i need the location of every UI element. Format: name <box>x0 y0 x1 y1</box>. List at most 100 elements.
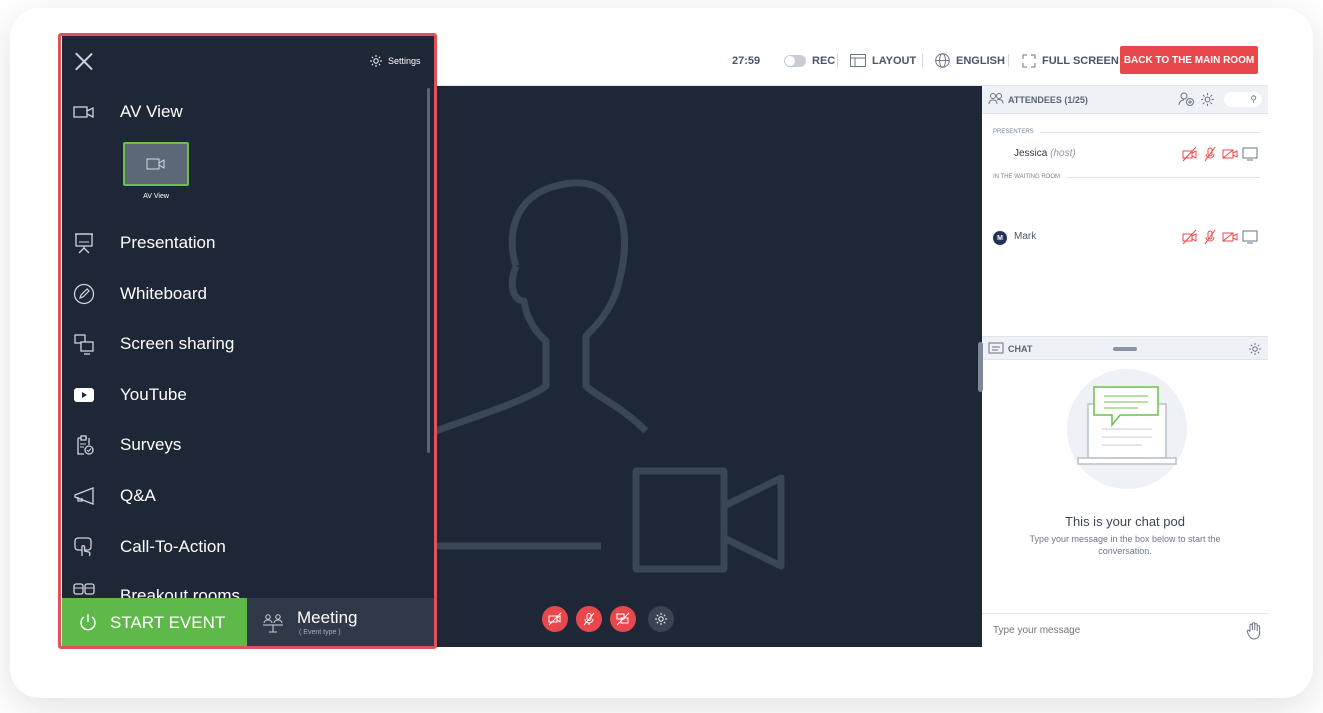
menu-item-whiteboard[interactable]: Whiteboard <box>62 274 422 314</box>
screen-share-off-icon <box>616 612 630 626</box>
divider <box>1040 132 1260 133</box>
panel-scrollbar[interactable] <box>427 88 430 453</box>
chat-input-bar <box>982 613 1268 647</box>
av-view-thumbnail[interactable] <box>123 142 189 186</box>
start-event-button[interactable]: START EVENT <box>62 598 247 647</box>
start-event-label: START EVENT <box>110 612 226 632</box>
panel-resize-handle[interactable] <box>978 342 983 392</box>
chat-resize-handle[interactable] <box>1113 347 1137 351</box>
media-settings-button[interactable] <box>648 606 674 632</box>
rec-toggle[interactable]: REC <box>784 35 835 86</box>
meeting-room-app: 27:59 REC LAYOUT ENGLISH FULL SCREEN BAC… <box>62 35 1268 647</box>
search-icon: ⚲ <box>1250 94 1257 104</box>
layout-icon <box>850 54 866 67</box>
menu-item-av-view[interactable]: AV View <box>62 92 422 132</box>
settings-button[interactable]: Settings <box>369 54 421 68</box>
megaphone-icon <box>72 484 96 508</box>
menu-item-label: Call-To-Action <box>120 537 226 556</box>
menu-item-breakout-rooms[interactable]: Breakout rooms <box>62 575 422 598</box>
breakout-rooms-icon <box>72 577 96 598</box>
chat-header: CHAT <box>982 336 1268 360</box>
add-attendee-icon[interactable] <box>1178 91 1196 107</box>
attendee-row-waiting[interactable]: M Mark <box>982 229 1268 247</box>
divider <box>1067 177 1260 178</box>
menu-item-label: Surveys <box>120 435 182 454</box>
waiting-section-label: IN THE WAITING ROOM <box>993 174 1060 180</box>
chat-title: CHAT <box>1008 344 1033 354</box>
chat-empty-illustration-icon <box>1067 369 1187 489</box>
menu-item-call-to-action[interactable]: Call-To-Action <box>62 527 422 567</box>
language-button[interactable]: ENGLISH <box>935 35 1005 86</box>
divider <box>922 54 923 67</box>
video-camera-icon <box>146 158 165 170</box>
menu-item-label: AV View <box>120 102 183 121</box>
event-type-subtitle: ( Event type ) <box>299 629 341 636</box>
pencil-circle-icon <box>72 282 96 306</box>
camera-off-icon[interactable] <box>1180 229 1200 245</box>
video-off-icon[interactable] <box>1220 146 1240 162</box>
gear-icon <box>655 613 667 625</box>
chat-empty-subtitle: Type your message in the box below to st… <box>1029 534 1221 556</box>
attendee-search-input[interactable]: ⚲ <box>1224 92 1262 107</box>
screen-icon[interactable] <box>1240 229 1260 245</box>
timer: 27:59 <box>732 54 761 67</box>
chat-message-input[interactable] <box>993 625 1213 636</box>
menu-item-label: Q&A <box>120 486 156 505</box>
av-stage <box>436 86 980 647</box>
fullscreen-button[interactable]: FULL SCREEN <box>1022 35 1119 86</box>
event-type-selector[interactable]: Meeting ( Event type ) <box>247 598 436 647</box>
chat-empty-title: This is your chat pod <box>1065 514 1185 529</box>
attendees-tools <box>1178 91 1215 107</box>
close-icon[interactable] <box>74 51 94 71</box>
screen-icon[interactable] <box>1240 146 1260 162</box>
layout-button[interactable]: LAYOUT <box>850 35 916 86</box>
no-video-placeholder-icon <box>436 179 785 573</box>
toggle-screen-share-button[interactable] <box>610 606 636 632</box>
chat-icon <box>988 342 1004 354</box>
menu-item-presentation[interactable]: Presentation <box>62 223 422 263</box>
settings-label: Settings <box>388 56 421 66</box>
power-icon <box>80 614 96 631</box>
menu-item-label: YouTube <box>120 385 187 404</box>
microphone-off-icon[interactable] <box>1200 229 1220 245</box>
toggle-microphone-button[interactable] <box>576 606 602 632</box>
attendee-row-presenter[interactable]: Jessica (host) <box>982 146 1268 164</box>
microphone-off-icon <box>583 612 595 626</box>
microphone-off-icon[interactable] <box>1200 146 1220 162</box>
rec-label: REC <box>812 54 836 67</box>
menu-item-surveys[interactable]: Surveys <box>62 425 422 465</box>
menu-item-label: Screen sharing <box>120 334 235 353</box>
fullscreen-icon <box>1022 54 1036 67</box>
presentation-board-icon <box>72 231 96 255</box>
menu-item-label: Whiteboard <box>120 284 207 303</box>
presenters-section-label: PRESENTERS <box>993 129 1034 135</box>
menu-item-label: Presentation <box>120 233 216 252</box>
pointer-hand-icon <box>72 535 96 559</box>
av-view-thumbnail-label: AV View <box>143 193 169 200</box>
globe-icon <box>935 53 950 68</box>
fullscreen-label: FULL SCREEN <box>1042 54 1119 67</box>
rec-switch-icon <box>784 54 806 67</box>
menu-item-screen-sharing[interactable]: Screen sharing <box>62 324 422 364</box>
toggle-camera-button[interactable] <box>542 606 568 632</box>
youtube-icon <box>72 383 96 407</box>
menu-item-youtube[interactable]: YouTube <box>62 375 422 415</box>
divider <box>837 54 838 67</box>
clipboard-check-icon <box>72 433 96 457</box>
back-to-main-room-button[interactable]: BACK TO THE MAIN ROOM <box>1120 46 1258 74</box>
camera-off-icon <box>548 612 562 626</box>
page: 27:59 REC LAYOUT ENGLISH FULL SCREEN BAC… <box>0 0 1323 713</box>
gear-icon[interactable] <box>1248 342 1262 356</box>
attendee-controls <box>1180 146 1260 162</box>
layout-label: LAYOUT <box>872 54 917 67</box>
video-camera-icon <box>72 100 96 124</box>
gear-icon[interactable] <box>1200 92 1215 107</box>
attendee-name: Jessica (host) <box>1014 148 1076 159</box>
attendee-name: Mark <box>1014 231 1037 242</box>
video-off-icon[interactable] <box>1220 229 1240 245</box>
menu-item-qa[interactable]: Q&A <box>62 476 422 516</box>
raise-hand-icon[interactable] <box>1246 622 1262 640</box>
attendees-title: ATTENDEES (1/25) <box>1008 95 1088 105</box>
camera-off-icon[interactable] <box>1180 146 1200 162</box>
attendees-header: ATTENDEES (1/25) ⚲ <box>982 86 1268 114</box>
